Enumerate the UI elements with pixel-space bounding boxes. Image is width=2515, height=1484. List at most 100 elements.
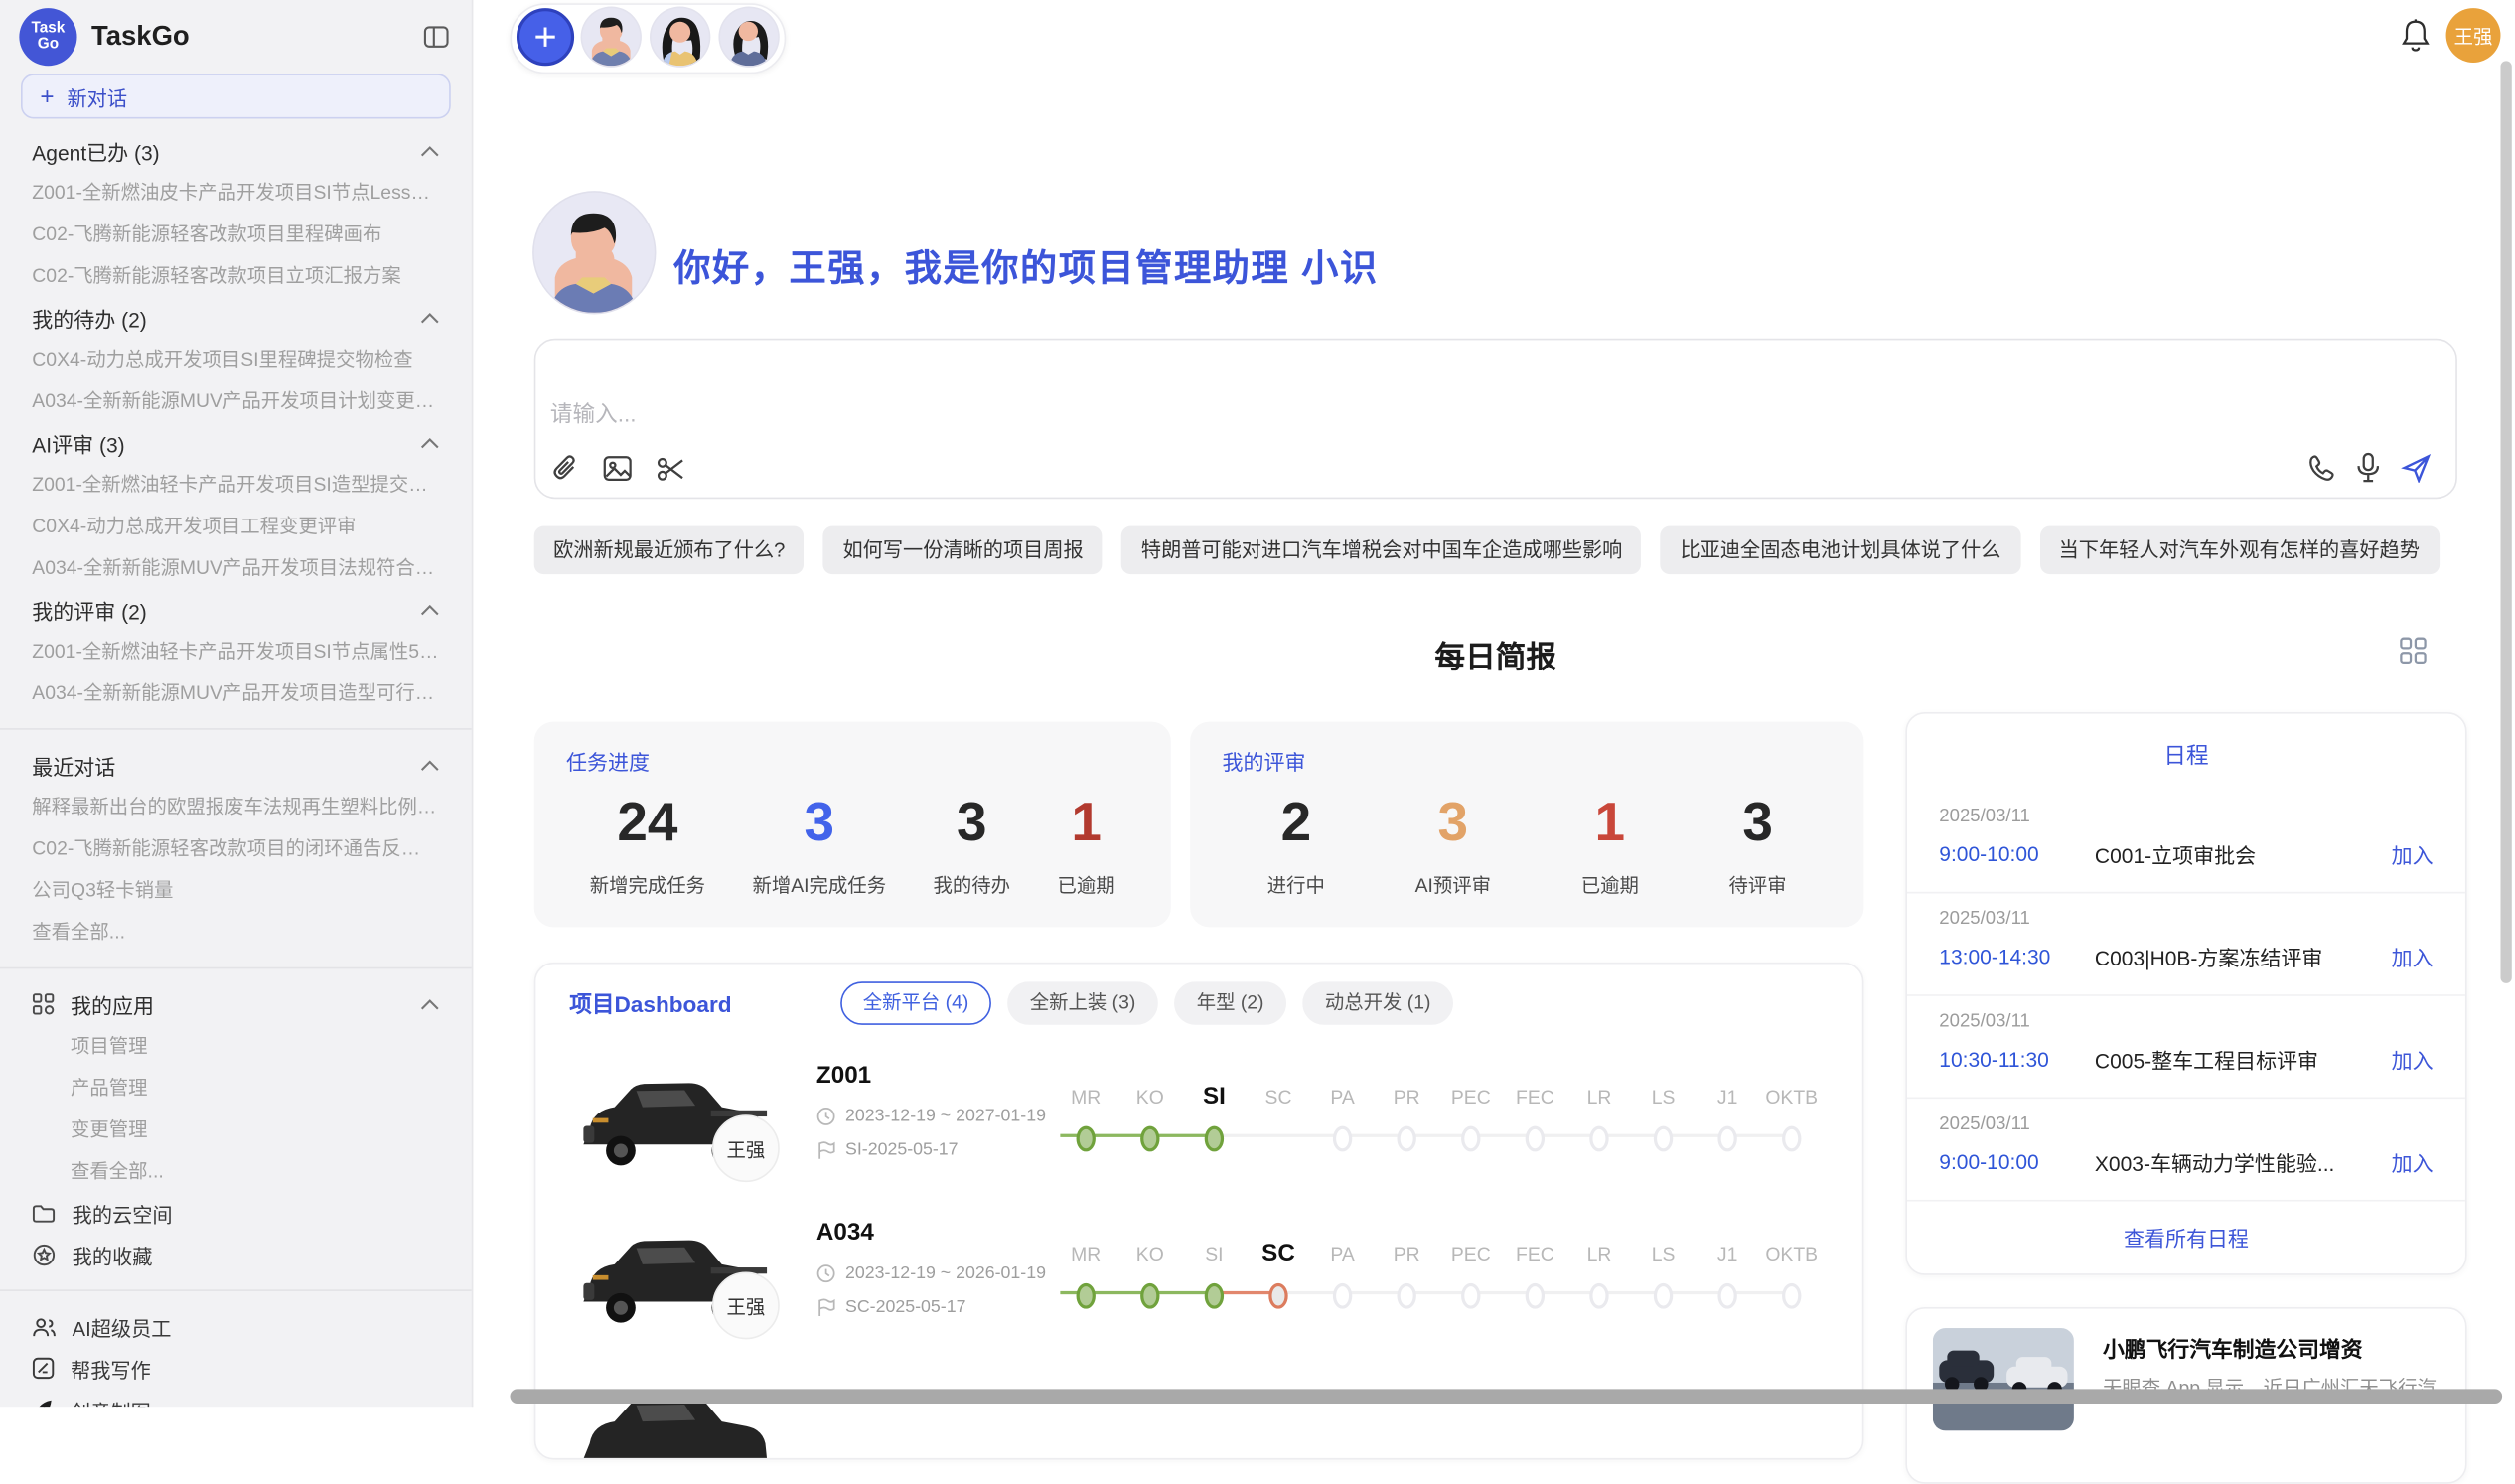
section-header-agent-done[interactable]: Agent已办 (3)	[0, 130, 472, 172]
collapse-sidebar-icon[interactable]	[420, 23, 452, 52]
daily-brief-title: 每日简报	[534, 634, 2457, 677]
milestone-node-done	[1077, 1126, 1096, 1152]
sidebar-task-item[interactable]: A034-全新新能源MUV产品开发项目计划变更表编写	[0, 380, 472, 422]
section-title: Agent已办 (3)	[32, 135, 159, 166]
agent-avatar-2[interactable]	[652, 8, 709, 66]
recent-view-all[interactable]: 查看全部...	[0, 911, 472, 953]
image-icon[interactable]	[602, 454, 634, 483]
join-link[interactable]: 加入	[2392, 1044, 2434, 1075]
section-header-recent-chats[interactable]: 最近对话	[0, 744, 472, 786]
agent-avatar-1[interactable]	[582, 8, 640, 66]
section-header-ai-review[interactable]: AI评审 (3)	[0, 422, 472, 464]
tab-powertrain[interactable]: 动总开发 (1)	[1302, 981, 1453, 1025]
sidebar-item-label: 我的收藏	[73, 1239, 153, 1269]
news-title: 小鹏飞行汽车制造公司增资	[2103, 1331, 2442, 1363]
sidebar-app-item[interactable]: 变更管理	[0, 1109, 472, 1150]
project-row[interactable]: 王强 Z001 2023-12-19 ~ 2027-01-19 SI-2025-…	[535, 1041, 1863, 1198]
sidebar: Task Go TaskGo + 新对话 Agent已办 (3) Z001-全新…	[0, 0, 473, 1407]
sidebar-task-item[interactable]: A034-全新新能源MUV产品开发项目造型可行性评审	[0, 672, 472, 714]
phone-call-icon[interactable]	[2304, 452, 2336, 484]
suggestion-chip[interactable]: 比亚迪全固态电池计划具体说了什么	[1661, 526, 2020, 574]
tab-year-model[interactable]: 年型 (2)	[1174, 981, 1286, 1025]
vertical-scrollbar[interactable]	[2500, 61, 2511, 983]
add-agent-button[interactable]	[517, 8, 574, 66]
section-header-my-todo[interactable]: 我的待办 (2)	[0, 297, 472, 339]
sidebar-task-item[interactable]: C0X4-动力总成开发项目工程变更评审	[0, 506, 472, 547]
sidebar-task-item[interactable]: Z001-全新燃油轻卡产品开发项目SI节点属性5D文件评审	[0, 631, 472, 672]
project-dashboard-card: 项目Dashboard 全新平台 (4) 全新上装 (3) 年型 (2) 动总开…	[534, 963, 1864, 1460]
sidebar-task-item[interactable]: Z001-全新燃油皮卡产品开发项目SI节点Lesson Learn报告	[0, 172, 472, 214]
sidebar-app-item[interactable]: 项目管理	[0, 1025, 472, 1067]
sidebar-item-ai-super-staff[interactable]: AI超级员工	[0, 1305, 472, 1347]
notification-bell-icon[interactable]	[2400, 18, 2432, 54]
divider	[0, 1289, 472, 1291]
layout-grid-icon[interactable]	[2400, 637, 2427, 664]
chat-input[interactable]	[550, 350, 2314, 488]
project-dates: 2023-12-19 ~ 2026-01-19	[816, 1263, 1046, 1282]
suggestion-chip[interactable]: 特朗普可能对进口汽车增税会对中国车企造成哪些影响	[1122, 526, 1642, 574]
sidebar-task-item[interactable]: C02-飞腾新能源轻客改款项目立项汇报方案	[0, 255, 472, 297]
recent-chat-item[interactable]: C02-飞腾新能源轻客改款项目的闭环通告反馈情况	[0, 827, 472, 869]
sidebar-task-item[interactable]: Z001-全新燃油轻卡产品开发项目SI造型提交物评审	[0, 464, 472, 506]
medal-star-icon	[32, 1243, 56, 1266]
apps-grid-icon	[32, 993, 55, 1016]
join-link[interactable]: 加入	[2392, 839, 2434, 870]
stat-row: 24新增完成任务 3新增AI完成任务 3我的待办 1已逾期	[566, 793, 1138, 899]
schedule-item: 2025/03/11 9:00-10:00 C001-立项审批会 加入	[1907, 791, 2465, 893]
schedule-title: 日程	[1907, 739, 2465, 771]
suggestion-chip[interactable]: 如何写一份清晰的项目周报	[823, 526, 1103, 574]
suggestion-chip[interactable]: 当下年轻人对汽车外观有怎样的喜好趋势	[2039, 526, 2439, 574]
milestone-oktb: OKTB	[1740, 1240, 1843, 1308]
milestone-node	[1397, 1126, 1415, 1152]
quill-pen-icon	[32, 1399, 55, 1407]
section-header-my-apps[interactable]: 我的应用	[0, 983, 472, 1025]
attachment-icon[interactable]	[550, 452, 581, 484]
schedule-time: 9:00-10:00	[1939, 1150, 2095, 1174]
milestone-node	[1526, 1283, 1545, 1309]
recent-chat-item[interactable]: 解释最新出台的欧盟报废车法规再生塑料比例被调至15%...	[0, 786, 472, 827]
milestone-node-done	[1140, 1126, 1159, 1152]
section-header-my-review[interactable]: 我的评审 (2)	[0, 589, 472, 631]
milestone-node	[1526, 1126, 1545, 1152]
microphone-icon[interactable]	[2355, 451, 2382, 485]
join-link[interactable]: 加入	[2392, 1147, 2434, 1178]
suggestion-chip[interactable]: 欧洲新规最近颁布了什么?	[534, 526, 805, 574]
recent-chat-item[interactable]: 公司Q3轻卡销量	[0, 869, 472, 911]
milestone-node-overdue	[1268, 1283, 1287, 1309]
schedule-card: 日程 2025/03/11 9:00-10:00 C001-立项审批会 加入 2…	[1905, 712, 2466, 1275]
section-title: 我的应用	[71, 989, 154, 1020]
sidebar-item-cloud-space[interactable]: 我的云空间	[0, 1192, 472, 1234]
sidebar-item-creative-drawing[interactable]: 创意制图	[0, 1389, 472, 1407]
user-avatar[interactable]: 王强	[2446, 8, 2501, 63]
tab-new-body[interactable]: 全新上装 (3)	[1007, 981, 1158, 1025]
apps-view-all[interactable]: 查看全部...	[0, 1150, 472, 1192]
send-icon[interactable]	[2400, 452, 2434, 484]
horizontal-scrollbar[interactable]	[511, 1389, 2503, 1404]
sidebar-task-item[interactable]: A034-全新新能源MUV产品开发项目法规符合性评审	[0, 547, 472, 589]
view-all-schedule-link[interactable]: 查看所有日程	[1907, 1222, 2465, 1253]
clock-icon	[816, 1107, 835, 1125]
section-title: 最近对话	[32, 750, 115, 781]
agent-avatar-3[interactable]	[720, 8, 778, 66]
schedule-date: 2025/03/11	[1939, 807, 2433, 825]
sidebar-item-help-me-write[interactable]: 帮我写作	[0, 1347, 472, 1389]
folder-icon	[32, 1202, 56, 1223]
composer-right-icons	[2304, 451, 2433, 485]
new-chat-button[interactable]: + 新对话	[21, 74, 451, 118]
sidebar-task-item[interactable]: C02-飞腾新能源轻客改款项目里程碑画布	[0, 214, 472, 255]
section-title: 我的待办 (2)	[32, 302, 146, 333]
logo-line2: Go	[38, 37, 59, 53]
project-row-partial[interactable]	[535, 1356, 1863, 1460]
chevron-up-icon	[420, 437, 439, 448]
stat-label: 待评审	[1729, 871, 1787, 898]
milestone-node	[1654, 1283, 1673, 1309]
schedule-date: 2025/03/11	[1939, 1114, 2433, 1133]
scissors-icon[interactable]	[655, 453, 686, 484]
sidebar-item-favorites[interactable]: 我的收藏	[0, 1234, 472, 1275]
tab-new-platform[interactable]: 全新平台 (4)	[840, 981, 991, 1025]
schedule-date: 2025/03/11	[1939, 910, 2433, 929]
join-link[interactable]: 加入	[2392, 942, 2434, 972]
project-row[interactable]: 王强 A034 2023-12-19 ~ 2026-01-19 SC-2025-…	[535, 1198, 1863, 1355]
sidebar-app-item[interactable]: 产品管理	[0, 1067, 472, 1109]
sidebar-task-item[interactable]: C0X4-动力总成开发项目SI里程碑提交物检查	[0, 339, 472, 380]
